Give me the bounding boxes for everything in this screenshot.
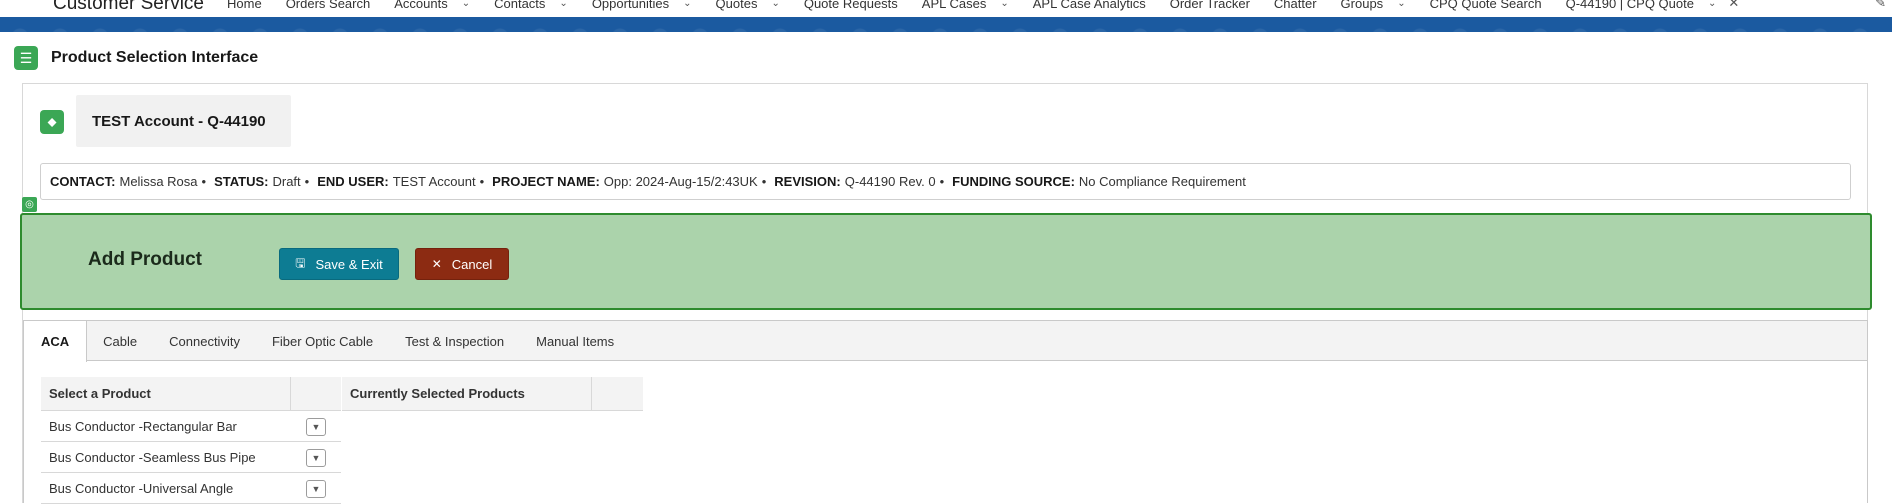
cancel-label: Cancel (451, 256, 493, 272)
table-header: Currently Selected Products (342, 377, 643, 411)
nav-item[interactable]: Q-44190 | CPQ Quote ⌄ ✕ (1566, 0, 1740, 11)
info-value: Q-44190 Rev. 0 (844, 174, 936, 189)
nav-item[interactable]: Home (227, 0, 262, 11)
nav-item-label: Order Tracker (1169, 0, 1250, 11)
global-nav: Customer Service Home Orders Search Accoun… (0, 0, 1892, 17)
save-exit-label: Save & Exit (315, 256, 383, 272)
chevron-down-icon[interactable]: ⌄ (1397, 0, 1405, 9)
info-label: FUNDING SOURCE: (952, 174, 1075, 189)
select-product-header: Select a Product (41, 377, 291, 410)
info-value: Opp: 2024-Aug-15/2:43UK (603, 174, 758, 189)
info-label: END USER: (317, 174, 389, 189)
nav-item-label: Contacts (494, 0, 546, 11)
info-value: No Compliance Requirement (1078, 174, 1246, 189)
nav-item-label: Orders Search (285, 0, 371, 11)
nav-item-label: CPQ Quote Search (1429, 0, 1542, 11)
chevron-down-icon[interactable]: ⌄ (683, 0, 691, 9)
nav-item[interactable]: Quote Requests (804, 0, 898, 11)
info-label: STATUS: (214, 174, 269, 189)
separator: • (304, 174, 310, 189)
table-row: Bus Conductor -Rectangular Bar ▼ (41, 411, 341, 442)
save-exit-button[interactable]: 🖫 Save & Exit (279, 248, 399, 280)
page-title: Product Selection Interface (51, 49, 259, 66)
tab-cable[interactable]: Cable (87, 321, 153, 361)
product-name: Bus Conductor -Seamless Bus Pipe (49, 449, 256, 465)
info-value: Draft (272, 174, 301, 189)
product-name: Bus Conductor -Universal Angle (49, 480, 234, 496)
page-header: ☰ Product Selection Interface (14, 46, 258, 70)
selected-products-table: Currently Selected Products (342, 377, 643, 411)
nav-item[interactable]: Chatter (1274, 0, 1317, 11)
nav-item-label: Accounts (394, 0, 448, 11)
separator: • (761, 174, 767, 189)
save-icon: 🖫 (295, 255, 306, 270)
nav-item-label: Quote Requests (803, 0, 898, 11)
nav-item[interactable]: APL Case Analytics (1033, 0, 1146, 11)
chevron-down-icon[interactable]: ⌄ (1708, 0, 1716, 9)
nav-item[interactable]: CPQ Quote Search (1430, 0, 1542, 11)
settings-icon[interactable]: ◎ (22, 197, 37, 212)
row-menu-button[interactable]: ▼ (306, 418, 326, 436)
nav-item[interactable]: APL Cases ⌄ (922, 0, 1009, 11)
tab-test-inspection[interactable]: Test & Inspection (389, 321, 520, 361)
separator: • (939, 174, 945, 189)
product-name: Bus Conductor -Rectangular Bar (49, 418, 237, 434)
table-header: Select a Product (41, 377, 341, 411)
nav-item[interactable]: Accounts ⌄ (394, 0, 470, 11)
chevron-down-icon[interactable]: ⌄ (462, 0, 470, 9)
edit-nav-icon[interactable]: ✎ (1875, 0, 1886, 11)
info-value: Melissa Rosa (119, 174, 198, 189)
nav-item-label: APL Case Analytics (1032, 0, 1146, 11)
selected-products-header: Currently Selected Products (342, 377, 592, 410)
product-list-icon: ☰ (14, 46, 38, 70)
nav-item-label: Groups (1340, 0, 1384, 11)
tab-fiber-optic-cable[interactable]: Fiber Optic Cable (256, 321, 389, 361)
tab-manual-items[interactable]: Manual Items (520, 321, 630, 361)
add-product-title: Add Product (88, 249, 202, 270)
info-value: TEST Account (392, 174, 476, 189)
close-icon: ✕ (431, 257, 442, 271)
cancel-button[interactable]: ✕ Cancel (415, 248, 509, 280)
table-row: Bus Conductor -Universal Angle ▼ (41, 473, 341, 504)
nav-item-label: Opportunities (591, 0, 670, 11)
nav-item[interactable]: Orders Search (286, 0, 371, 11)
add-product-bar: Add Product 🖫 Save & Exit ✕ Cancel (20, 213, 1872, 310)
info-label: CONTACT: (50, 174, 116, 189)
nav-item[interactable]: Contacts ⌄ (494, 0, 568, 11)
chevron-down-icon[interactable]: ⌄ (1000, 0, 1008, 9)
nav-item-label: Quotes (715, 0, 758, 11)
product-category-tabs: ACA Cable Connectivity Fiber Optic Cable Tes… (24, 321, 1867, 362)
nav-tabs: Home Orders Search Accounts ⌄ Contacts ⌄ Oppor… (227, 0, 1763, 11)
info-label: PROJECT NAME: (492, 174, 600, 189)
nav-item[interactable]: Order Tracker (1170, 0, 1250, 11)
tab-connectivity[interactable]: Connectivity (153, 321, 256, 361)
chevron-down-icon[interactable]: ⌄ (771, 0, 779, 9)
nav-item-label: APL Cases (921, 0, 987, 11)
nav-item[interactable]: Groups ⌄ (1341, 0, 1406, 11)
info-label: REVISION: (774, 174, 841, 189)
row-menu-button[interactable]: ▼ (306, 480, 326, 498)
nav-item[interactable]: Quotes ⌄ (716, 0, 780, 11)
nav-item-label: Chatter (1273, 0, 1317, 11)
record-info-strip: CONTACT: Melissa Rosa • STATUS: Draft • END U… (40, 163, 1851, 200)
price-tag-icon: ⬥ (40, 110, 64, 134)
nav-item-label: Home (227, 0, 262, 11)
table-row: Bus Conductor -Seamless Bus Pipe ▼ (41, 442, 341, 473)
separator: • (479, 174, 485, 189)
record-title: TEST Account - Q-44190 (76, 95, 291, 147)
chevron-down-icon[interactable]: ⌄ (559, 0, 567, 9)
close-tab-icon[interactable]: ✕ (1728, 0, 1739, 11)
select-product-table: Select a Product Bus Conductor -Rectangu… (41, 377, 341, 504)
nav-item-label: Q-44190 | CPQ Quote (1565, 0, 1694, 11)
nav-underline-bar (0, 17, 1892, 32)
nav-item[interactable]: Opportunities ⌄ (592, 0, 692, 11)
row-menu-button[interactable]: ▼ (306, 449, 326, 467)
app-name: Customer Service (53, 0, 204, 14)
separator: • (201, 174, 207, 189)
tab-aca[interactable]: ACA (24, 321, 88, 362)
app-launcher-icon[interactable] (14, 0, 36, 8)
